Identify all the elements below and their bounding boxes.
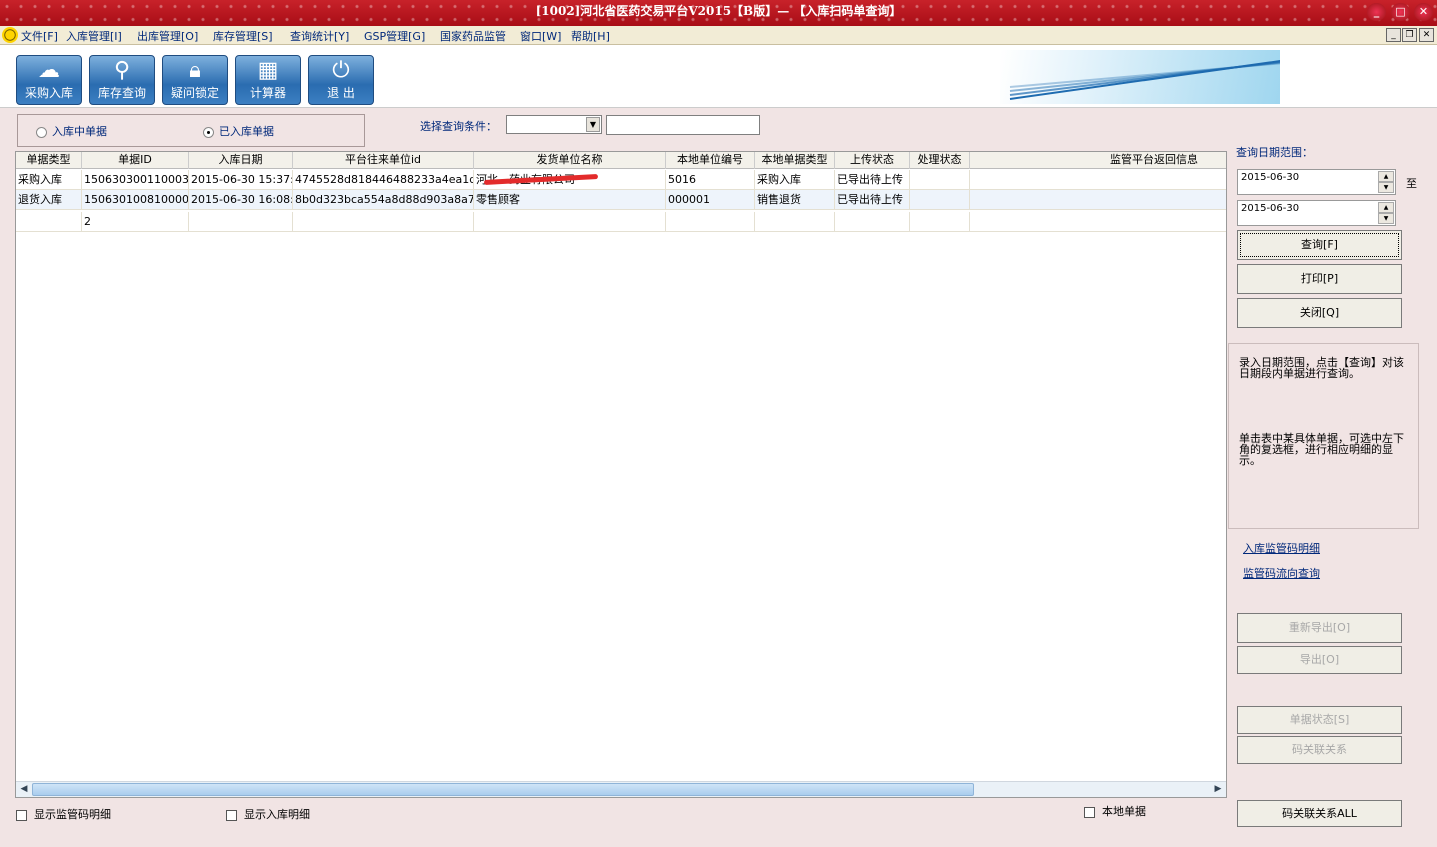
code-flow-link[interactable]: 监管码流向查询 [1243, 565, 1320, 581]
date-from-input[interactable]: 2015-06-30 ▲ ▼ [1237, 169, 1396, 195]
help-text-date: 录入日期范围，点击【查询】对该日期段内单据进行查询。 [1239, 356, 1404, 380]
table-summary-row: 2 [16, 212, 1226, 232]
lock-icon: 🔒︎ [189, 58, 201, 83]
spin-down-icon[interactable]: ▼ [1378, 213, 1394, 224]
table-row[interactable]: 采购入库 1506303001100035 2015-06-30 15:37: … [16, 170, 1226, 190]
cloud-download-icon: ☁ [38, 58, 60, 83]
close-window-button[interactable]: ✕ [1414, 3, 1433, 21]
reexport-button[interactable]: 重新导出[O] [1237, 613, 1402, 643]
radio-circle-icon [36, 126, 47, 138]
col-upload-status[interactable]: 上传状态 [835, 152, 910, 169]
local-doc-checkbox[interactable]: 本地单据 [1084, 803, 1146, 819]
calculator-button[interactable]: ▦ 计算器 [235, 55, 301, 105]
radio-done[interactable]: 已入库单据 [203, 123, 274, 139]
doc-table: 单据类型 单据ID 入库日期 平台往来单位id 发货单位名称 本地单位编号 本地… [15, 151, 1227, 798]
condition-select[interactable]: ▼ [506, 115, 602, 134]
radio-in-progress[interactable]: 入库中单据 [36, 123, 107, 139]
menu-bar: 文件[F] 入库管理[I] 出库管理[O] 库存管理[S] 查询统计[Y] GS… [0, 26, 1437, 45]
calculator-icon: ▦ [257, 58, 279, 83]
menu-help[interactable]: 帮助[H] [571, 28, 610, 44]
window-title: [1002]河北省医药交易平台V2015【B版】— 【入库扫码单查询】 [535, 4, 902, 18]
export-button[interactable]: 导出[O] [1237, 646, 1402, 674]
to-label: 至 [1406, 177, 1417, 190]
row-count: 2 [82, 212, 189, 232]
col-doc-id[interactable]: 单据ID [82, 152, 189, 169]
spin-down-icon[interactable]: ▼ [1378, 182, 1394, 193]
stock-query-button[interactable]: ⚲ 库存查询 [89, 55, 155, 105]
date-from-spinner[interactable]: ▲ ▼ [1378, 171, 1394, 193]
print-button[interactable]: 打印[P] [1237, 264, 1402, 294]
col-local-type[interactable]: 本地单据类型 [755, 152, 835, 169]
chevron-down-icon[interactable]: ▼ [586, 117, 600, 132]
query-button[interactable]: 查询[F] [1237, 230, 1402, 260]
help-panel: 录入日期范围，点击【查询】对该日期段内单据进行查询。 单击表中某具体单据，可选中… [1228, 343, 1419, 529]
title-bar: [1002]河北省医药交易平台V2015【B版】— 【入库扫码单查询】 _ □ … [0, 0, 1437, 26]
menu-window[interactable]: 窗口[W] [520, 28, 561, 44]
scroll-left-icon[interactable]: ◀ [16, 782, 32, 797]
exit-button[interactable]: ⏻ 退 出 [308, 55, 374, 105]
mdi-minimize-button[interactable]: _ [1386, 28, 1401, 42]
show-in-detail-checkbox[interactable]: 显示入库明细 [226, 806, 310, 822]
col-doc-type[interactable]: 单据类型 [16, 152, 82, 169]
col-local-unit[interactable]: 本地单位编号 [666, 152, 755, 169]
scroll-thumb[interactable] [32, 783, 974, 796]
date-range-label: 查询日期范围： [1236, 146, 1313, 159]
spin-up-icon[interactable]: ▲ [1378, 202, 1394, 213]
menu-stock[interactable]: 库存管理[S] [213, 28, 273, 44]
col-process-status[interactable]: 处理状态 [910, 152, 970, 169]
code-relation-all-button[interactable]: 码关联关系ALL [1237, 800, 1402, 827]
col-platform-id[interactable]: 平台往来单位id [293, 152, 474, 169]
table-header: 单据类型 单据ID 入库日期 平台往来单位id 发货单位名称 本地单位编号 本地… [16, 152, 1226, 169]
menu-supervision[interactable]: 国家药品监管 [440, 28, 506, 44]
mdi-restore-button[interactable]: ❐ [1402, 28, 1417, 42]
close-button[interactable]: 关闭[Q] [1237, 298, 1402, 328]
menu-inbound[interactable]: 入库管理[I] [66, 28, 122, 44]
decorative-banner [1000, 50, 1280, 104]
horizontal-scrollbar[interactable]: ◀ ▶ [16, 781, 1226, 797]
power-icon: ⏻ [332, 58, 350, 83]
col-in-date[interactable]: 入库日期 [189, 152, 293, 169]
condition-label: 选择查询条件： [420, 120, 497, 133]
menu-gsp[interactable]: GSP管理[G] [364, 28, 425, 44]
menu-query[interactable]: 查询统计[Y] [290, 28, 349, 44]
menu-file[interactable]: 文件[F] [21, 28, 58, 44]
table-row[interactable]: 退货入库 1506301008100001 2015-06-30 16:08: … [16, 190, 1226, 210]
minimize-button[interactable]: _ [1367, 3, 1386, 21]
maximize-button[interactable]: □ [1391, 3, 1410, 21]
spin-up-icon[interactable]: ▲ [1378, 171, 1394, 182]
radio-selected-icon [203, 126, 214, 138]
doc-status-button[interactable]: 单据状态[S] [1237, 706, 1402, 734]
mdi-close-button[interactable]: ✕ [1419, 28, 1434, 42]
menu-outbound[interactable]: 出库管理[O] [137, 28, 198, 44]
keyword-input[interactable] [606, 115, 760, 135]
scroll-right-icon[interactable]: ▶ [1210, 782, 1226, 797]
checkbox-icon [1084, 806, 1095, 818]
doc-status-group: 入库中单据 已入库单据 [17, 114, 365, 147]
checkbox-icon [226, 809, 237, 821]
date-to-spinner[interactable]: ▲ ▼ [1378, 202, 1394, 224]
help-text-select: 单击表中某具体单据，可选中左下角的复选框，进行相应明细的显示。 [1239, 432, 1404, 467]
magnifier-icon: ⚲ [113, 58, 131, 83]
col-return-info[interactable]: 监管平台返回信息 [970, 152, 1226, 169]
purchase-inbound-button[interactable]: ☁ 采购入库 [16, 55, 82, 105]
date-to-input[interactable]: 2015-06-30 ▲ ▼ [1237, 200, 1396, 226]
lock-button[interactable]: 🔒︎ 疑问锁定 [162, 55, 228, 105]
show-code-detail-checkbox[interactable]: 显示监管码明细 [16, 806, 111, 822]
toolbar: ☁ 采购入库 ⚲ 库存查询 🔒︎ 疑问锁定 ▦ 计算器 ⏻ 退 出 [0, 45, 1437, 108]
checkbox-icon [16, 809, 27, 821]
col-supplier[interactable]: 发货单位名称 [474, 152, 666, 169]
code-relation-button[interactable]: 码关联关系 [1237, 736, 1402, 764]
code-detail-link[interactable]: 入库监管码明细 [1243, 540, 1320, 556]
app-sun-icon [2, 27, 18, 43]
